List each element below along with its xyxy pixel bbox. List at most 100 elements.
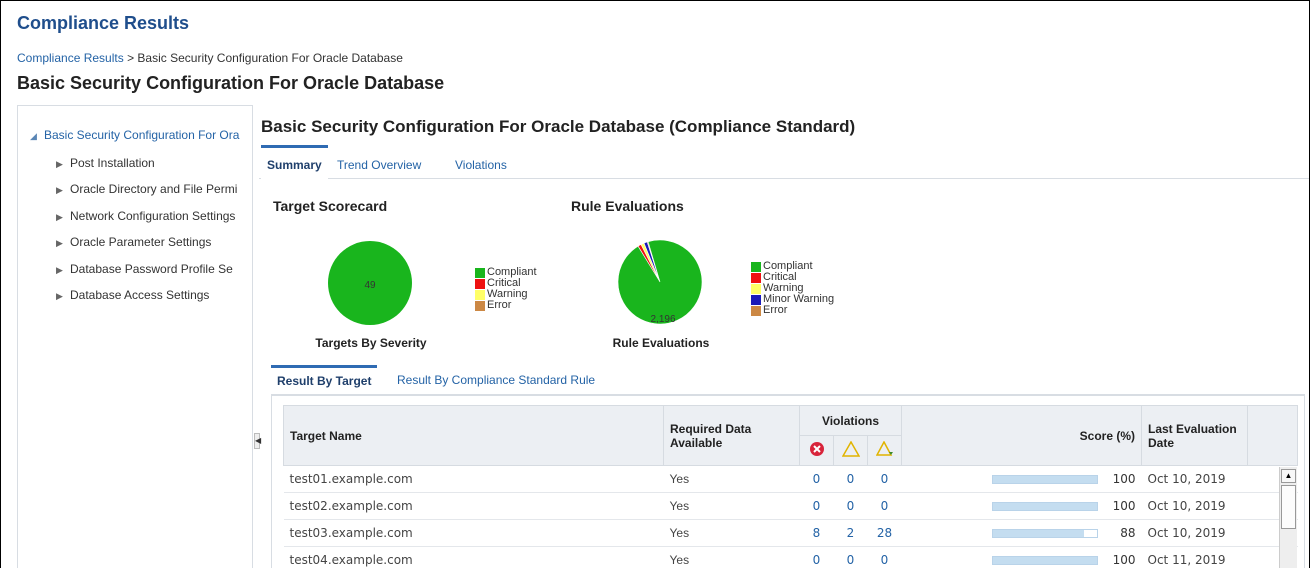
required-data-cell: Yes — [663, 546, 800, 568]
minor-warning-count-cell[interactable]: 0 — [867, 465, 902, 493]
scroll-up-arrow-icon[interactable]: ▲ — [1281, 469, 1296, 483]
tab-trend-overview[interactable]: Trend Overview — [337, 145, 421, 179]
rule-pie-slices — [617, 239, 703, 325]
tree-item-post-installation[interactable]: ▶ Post Installation — [56, 156, 155, 170]
rule-evaluations-caption: Rule Evaluations — [612, 336, 710, 350]
last-evaluation-cell: Oct 10, 2019 — [1141, 519, 1248, 547]
last-evaluation-cell: Oct 10, 2019 — [1141, 492, 1248, 520]
tree-root-label: Basic Security Configuration For Ora — [44, 128, 240, 142]
results-table: Target Name Required Data Available Viol… — [283, 405, 1298, 568]
expanded-triangle-icon[interactable]: ◢ — [30, 131, 44, 142]
scroll-thumb[interactable] — [1281, 485, 1296, 529]
tab-violations[interactable]: Violations — [455, 145, 507, 179]
last-evaluation-cell: Oct 11, 2019 — [1141, 546, 1248, 568]
window-frame: Compliance Results Compliance Results > … — [0, 0, 1310, 568]
collapsed-triangle-icon[interactable]: ▶ — [56, 238, 70, 249]
breadcrumb: Compliance Results > Basic Security Conf… — [17, 51, 403, 65]
legend-swatch — [475, 278, 485, 289]
critical-count-cell[interactable]: 0 — [799, 465, 834, 493]
tree-root-item[interactable]: ◢ Basic Security Configuration For Ora — [30, 128, 239, 142]
target-name-cell[interactable]: test04.example.com — [283, 546, 664, 568]
critical-icon — [809, 442, 824, 456]
score-value: 100 — [1112, 499, 1136, 513]
warning-icon — [841, 440, 860, 457]
table-row[interactable]: test04.example.com Yes 0 0 0 100 Oct 11,… — [283, 546, 1298, 568]
column-header-violations: Violations — [799, 405, 902, 436]
score-bar-fill — [992, 502, 1097, 510]
collapsed-triangle-icon[interactable]: ▶ — [56, 159, 70, 170]
minor-warning-count-cell[interactable]: 0 — [867, 546, 902, 568]
collapsed-triangle-icon[interactable]: ▶ — [56, 212, 70, 223]
required-data-cell: Yes — [663, 519, 800, 547]
breadcrumb-link-compliance-results[interactable]: Compliance Results — [17, 51, 124, 65]
rule-evaluations-heading: Rule Evaluations — [571, 198, 684, 214]
scorecard-legend: Compliant Critical Warning Error — [475, 267, 537, 311]
table-row[interactable]: test02.example.com Yes 0 0 0 100 Oct 10,… — [283, 492, 1298, 520]
column-header-last-evaluation[interactable]: Last Evaluation Date — [1141, 405, 1248, 466]
target-name-cell[interactable]: test02.example.com — [283, 492, 664, 520]
required-data-cell: Yes — [663, 492, 800, 520]
tree-item-database-password-profile[interactable]: ▶ Database Password Profile Se — [56, 262, 233, 276]
column-header-required-data[interactable]: Required Data Available — [663, 405, 800, 466]
column-header-target-name[interactable]: Target Name — [283, 405, 664, 466]
legend-swatch — [475, 300, 485, 311]
legend-label: Error — [763, 304, 788, 316]
tree-item-network-configuration[interactable]: ▶ Network Configuration Settings — [56, 209, 235, 223]
target-name-cell[interactable]: test01.example.com — [283, 465, 664, 493]
tab-result-by-rule[interactable]: Result By Compliance Standard Rule — [397, 365, 595, 395]
warning-count-cell[interactable]: 0 — [833, 492, 868, 520]
legend-item: Error — [475, 300, 537, 311]
navigation-tree: ◢ Basic Security Configuration For Ora ▶ P… — [17, 105, 253, 568]
app-title: Compliance Results — [17, 13, 190, 33]
legend-item: Error — [751, 305, 834, 316]
minor-warning-column-header[interactable] — [867, 435, 902, 466]
tab-summary[interactable]: Summary — [261, 145, 328, 179]
score-cell: 88 — [901, 519, 1142, 547]
rules-legend: Compliant Critical Warning Minor Warning… — [751, 261, 834, 316]
tab-result-by-target[interactable]: Result By Target — [271, 365, 378, 395]
legend-swatch — [475, 267, 485, 278]
column-header-score[interactable]: Score (%) — [901, 405, 1142, 466]
warning-count-cell[interactable]: 0 — [833, 465, 868, 493]
collapsed-triangle-icon[interactable]: ▶ — [56, 291, 70, 302]
minor-warning-count-cell[interactable]: 28 — [867, 519, 902, 547]
score-bar-fill — [992, 529, 1085, 537]
target-name-cell[interactable]: test03.example.com — [283, 519, 664, 547]
legend-swatch — [751, 272, 761, 283]
tree-item-label: Database Password Profile Se — [70, 262, 233, 276]
legend-swatch — [751, 261, 761, 272]
targets-by-severity-pie: 49 — [328, 241, 412, 325]
critical-column-header[interactable] — [799, 435, 834, 466]
collapsed-triangle-icon[interactable]: ▶ — [56, 185, 70, 196]
minor-warning-count-cell[interactable]: 0 — [867, 492, 902, 520]
warning-count-cell[interactable]: 0 — [833, 546, 868, 568]
critical-count-cell[interactable]: 0 — [799, 546, 834, 568]
score-bar — [991, 474, 1098, 484]
score-bar-fill — [992, 556, 1097, 564]
tree-item-oracle-directory[interactable]: ▶ Oracle Directory and File Permi — [56, 182, 237, 196]
tree-item-oracle-parameter[interactable]: ▶ Oracle Parameter Settings — [56, 235, 211, 249]
score-bar — [991, 528, 1098, 538]
score-cell: 100 — [901, 492, 1142, 520]
warning-count-cell[interactable]: 2 — [833, 519, 868, 547]
table-vertical-scrollbar[interactable]: ▲ — [1279, 467, 1297, 568]
collapsed-triangle-icon[interactable]: ▶ — [56, 265, 70, 276]
table-row[interactable]: test01.example.com Yes 0 0 0 100 Oct 10,… — [283, 465, 1298, 493]
legend-label: Error — [487, 299, 512, 311]
page-title: Basic Security Configuration For Oracle … — [17, 73, 445, 93]
score-bar — [991, 501, 1098, 511]
tree-item-label: Oracle Parameter Settings — [70, 235, 212, 249]
tree-item-database-access[interactable]: ▶ Database Access Settings — [56, 288, 209, 302]
warning-column-header[interactable] — [833, 435, 868, 466]
critical-count-cell[interactable]: 8 — [799, 519, 834, 547]
tree-item-label: Database Access Settings — [70, 288, 210, 302]
panel-collapse-handle[interactable]: ◀ — [254, 433, 261, 449]
critical-count-cell[interactable]: 0 — [799, 492, 834, 520]
score-cell: 100 — [901, 546, 1142, 568]
legend-swatch — [751, 305, 761, 316]
breadcrumb-separator: > — [127, 51, 135, 65]
score-bar-fill — [992, 475, 1097, 483]
standard-title: Basic Security Configuration For Oracle … — [261, 117, 856, 136]
minor-warning-icon — [875, 440, 893, 456]
table-row[interactable]: test03.example.com Yes 8 2 28 88 Oct 10,… — [283, 519, 1298, 547]
